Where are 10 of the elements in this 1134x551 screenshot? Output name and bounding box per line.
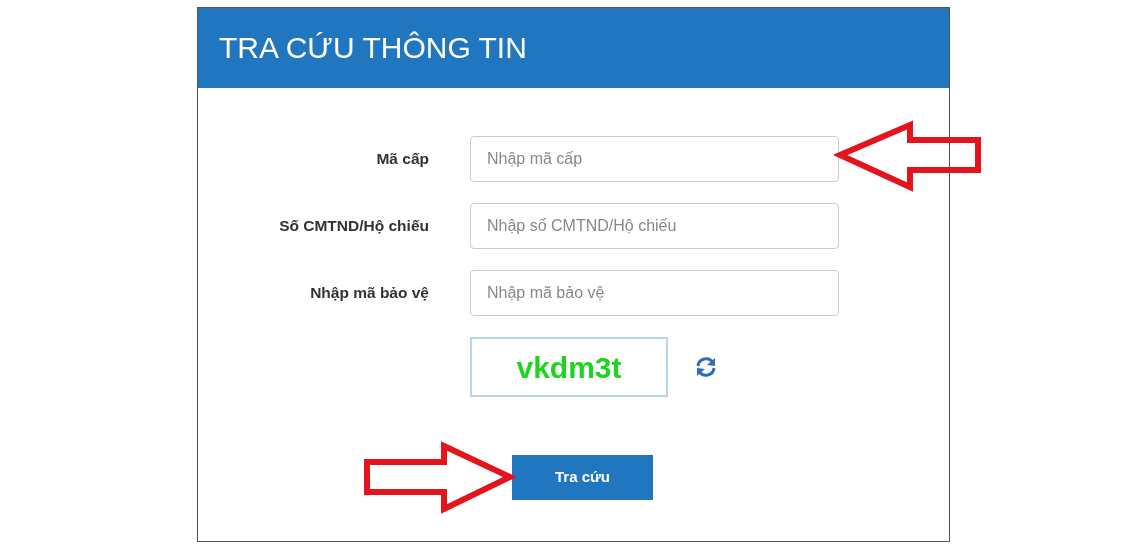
field-label: Nhập mã bảo vệ	[309, 283, 429, 304]
captcha-image: vkdm3t	[470, 337, 668, 397]
input-field[interactable]: Nhập mã cấp	[470, 136, 839, 182]
field-label: Mã cấp	[375, 149, 429, 170]
input-field[interactable]: Nhập mã bảo vệ	[470, 270, 839, 316]
field-label: Số CMTND/Hộ chiếu	[278, 216, 429, 237]
input-field[interactable]: Nhập số CMTND/Hộ chiếu	[470, 203, 839, 249]
panel-title: TRA CỨU THÔNG TIN	[219, 30, 527, 66]
search-button[interactable]: Tra cứu	[512, 455, 653, 500]
refresh-icon[interactable]	[694, 355, 718, 379]
